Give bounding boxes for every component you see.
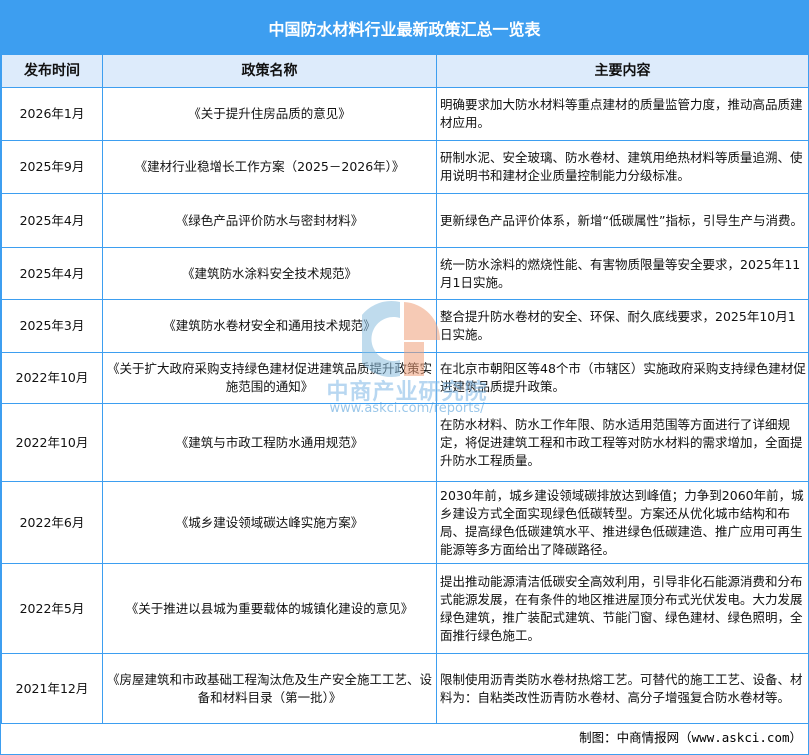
header-name: 政策名称 [102,54,437,88]
policy-date: 2025年4月 [1,247,103,300]
policy-content: 明确要求加大防水材料等重点建材的质量监管力度，推动高品质建材应用。 [436,87,809,141]
table-row: 2021年12月 《房屋建筑和市政基础工程淘汰危及生产安全施工工艺、设备和材料目录… [1,653,809,724]
policy-name: 《关于扩大政府采购支持绿色建材促进建筑品质提升政策实施范围的通知》 [102,352,437,404]
policy-content: 在防水材料、防水工作年限、防水适用范围等方面进行了详细规定，将促进建筑工程和市政… [436,403,809,482]
table-row: 2022年10月 《建筑与市政工程防水通用规范》 在防水材料、防水工作年限、防水适用… [1,403,809,482]
table-title: 中国防水材料行业最新政策汇总一览表 [1,1,808,54]
policy-content: 研制水泥、安全玻璃、防水卷材、建筑用绝热材料等质量追溯、使用说明书和建材企业质量… [436,140,809,194]
policy-name: 《房屋建筑和市政基础工程淘汰危及生产安全施工工艺、设备和材料目录（第一批）》 [102,653,437,724]
policy-date: 2025年4月 [1,193,103,248]
source-credit: 制图：中商情报网（www.askci.com） [579,730,802,745]
policy-name: 《绿色产品评价防水与密封材料》 [102,193,437,248]
policy-date: 2026年1月 [1,87,103,141]
policy-content: 提出推动能源清洁低碳安全高效利用，引导非化石能源消费和分布式能源发展，在有条件的… [436,563,809,654]
policy-name: 《城乡建设领域碳达峰实施方案》 [102,481,437,564]
policy-content: 2030年前，城乡建设领域碳排放达到峰值；力争到2060年前，城乡建设方式全面实… [436,481,809,564]
policy-content: 整合提升防水卷材的安全、环保、耐久底线要求，2025年10月1日实施。 [436,299,809,353]
policy-name: 《建筑与市政工程防水通用规范》 [102,403,437,482]
policy-date: 2022年10月 [1,403,103,482]
policy-content: 统一防水涂料的燃烧性能、有害物质限量等安全要求，2025年11月1日实施。 [436,247,809,300]
policy-date: 2025年3月 [1,299,103,353]
table-row: 2025年4月 《绿色产品评价防水与密封材料》 更新绿色产品评价体系，新增“低碳属性… [1,193,809,248]
policy-table: 发布时间 政策名称 主要内容 2026年1月 《关于提升住房品质的意见》 明确要求加… [1,54,809,724]
table-row: 2026年1月 《关于提升住房品质的意见》 明确要求加大防水材料等重点建材的质量监管… [1,87,809,141]
table-row: 2025年9月 《建材行业稳增长工作方案（2025－2026年）》 研制水泥、安全玻… [1,140,809,194]
policy-name: 《关于提升住房品质的意见》 [102,87,437,141]
policy-date: 2025年9月 [1,140,103,194]
policy-date: 2022年6月 [1,481,103,564]
table-row: 2022年10月 《关于扩大政府采购支持绿色建材促进建筑品质提升政策实施范围的通知… [1,352,809,404]
policy-name: 《关于推进以县城为重要载体的城镇化建设的意见》 [102,563,437,654]
header-date: 发布时间 [1,54,103,88]
header-row: 发布时间 政策名称 主要内容 [1,54,809,88]
table-row: 2025年3月 《建筑防水卷材安全和通用技术规范》 整合提升防水卷材的安全、环保、耐… [1,299,809,353]
table-row: 2022年6月 《城乡建设领域碳达峰实施方案》 2030年前，城乡建设领域碳排放达到… [1,481,809,564]
policy-name: 《建材行业稳增长工作方案（2025－2026年）》 [102,140,437,194]
policy-content: 限制使用沥青类防水卷材热熔工艺。可替代的施工工艺、设备、材料为：自粘类改性沥青防… [436,653,809,724]
policy-date: 2022年5月 [1,563,103,654]
policy-content: 在北京市朝阳区等48个市（市辖区）实施政府采购支持绿色建材促进建筑品质提升政策。 [436,352,809,404]
policy-table-figure: 中国防水材料行业最新政策汇总一览表 发布时间 政策名称 主要内容 2026年1月… [0,0,809,755]
policy-name: 《建筑防水涂料安全技术规范》 [102,247,437,300]
table-row: 2025年4月 《建筑防水涂料安全技术规范》 统一防水涂料的燃烧性能、有害物质限量等… [1,247,809,300]
policy-name: 《建筑防水卷材安全和通用技术规范》 [102,299,437,353]
header-content: 主要内容 [436,54,809,88]
policy-content: 更新绿色产品评价体系，新增“低碳属性”指标，引导生产与消费。 [436,193,809,248]
table-row: 2022年5月 《关于推进以县城为重要载体的城镇化建设的意见》 提出推动能源清洁低碳… [1,563,809,654]
policy-date: 2021年12月 [1,653,103,724]
policy-date: 2022年10月 [1,352,103,404]
